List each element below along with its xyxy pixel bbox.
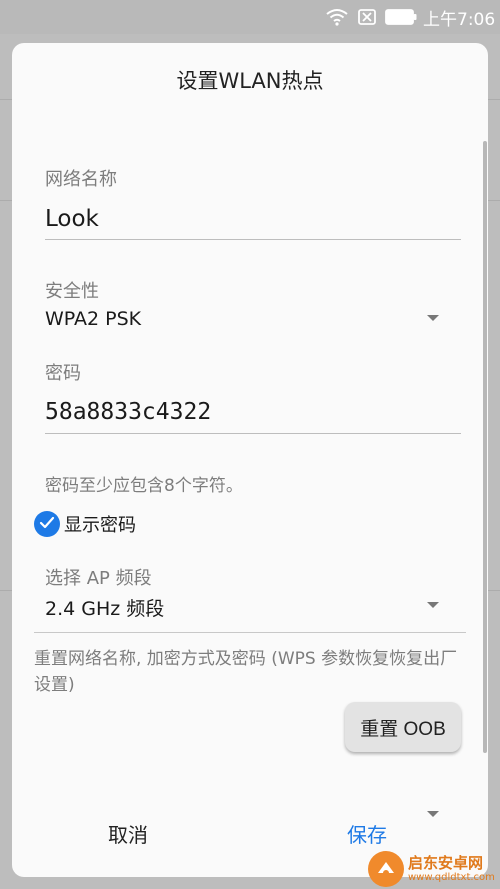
ap-band-select[interactable]: 2.4 GHz 频段	[45, 594, 164, 621]
save-button[interactable]: 保存	[347, 819, 387, 848]
watermark-logo-icon	[368, 851, 404, 887]
reset-description: 重置网络名称, 加密方式及密码 (WPS 参数恢复恢复出厂设置)	[34, 649, 458, 695]
security-select[interactable]: WPA2 PSK	[45, 308, 141, 330]
reset-oob-button[interactable]: 重置 OOB	[345, 702, 461, 752]
watermark-url: www.qdldtxt.com	[408, 871, 495, 883]
password-input[interactable]: 58a8833c4322	[45, 399, 211, 425]
dialog-title: 设置WLAN热点	[176, 69, 324, 93]
password-underline	[45, 433, 461, 434]
no-sim-icon	[358, 0, 376, 34]
battery-icon	[385, 0, 417, 34]
chevron-down-icon[interactable]	[427, 315, 439, 321]
status-time: 上午7:06	[423, 9, 496, 30]
cancel-button[interactable]: 取消	[108, 819, 148, 848]
chevron-down-icon[interactable]	[427, 811, 439, 817]
password-hint: 密码至少应包含8个字符。	[45, 476, 243, 496]
checkmark-icon	[39, 515, 55, 534]
show-password-checkbox[interactable]	[34, 511, 60, 537]
watermark: 启东安卓网 www.qdldtxt.com	[368, 851, 495, 887]
security-label: 安全性	[45, 281, 99, 302]
wlan-hotspot-dialog: 设置WLAN热点 网络名称 Look 安全性 WPA2 PSK 密码 58a88…	[12, 43, 488, 877]
password-label: 密码	[45, 363, 81, 384]
status-bar: 上午7:06	[0, 0, 500, 34]
section-divider	[34, 632, 466, 633]
scrollbar[interactable]	[483, 141, 487, 753]
chevron-down-icon[interactable]	[427, 602, 439, 608]
show-password-label: 显示密码	[64, 515, 136, 536]
network-name-input[interactable]: Look	[45, 206, 99, 232]
show-password-row[interactable]: 显示密码	[34, 509, 136, 539]
network-name-label: 网络名称	[45, 169, 117, 190]
wifi-icon	[326, 0, 348, 34]
ap-band-label: 选择 AP 频段	[45, 568, 152, 589]
network-name-underline	[45, 239, 461, 240]
watermark-name: 启东安卓网	[408, 853, 484, 872]
